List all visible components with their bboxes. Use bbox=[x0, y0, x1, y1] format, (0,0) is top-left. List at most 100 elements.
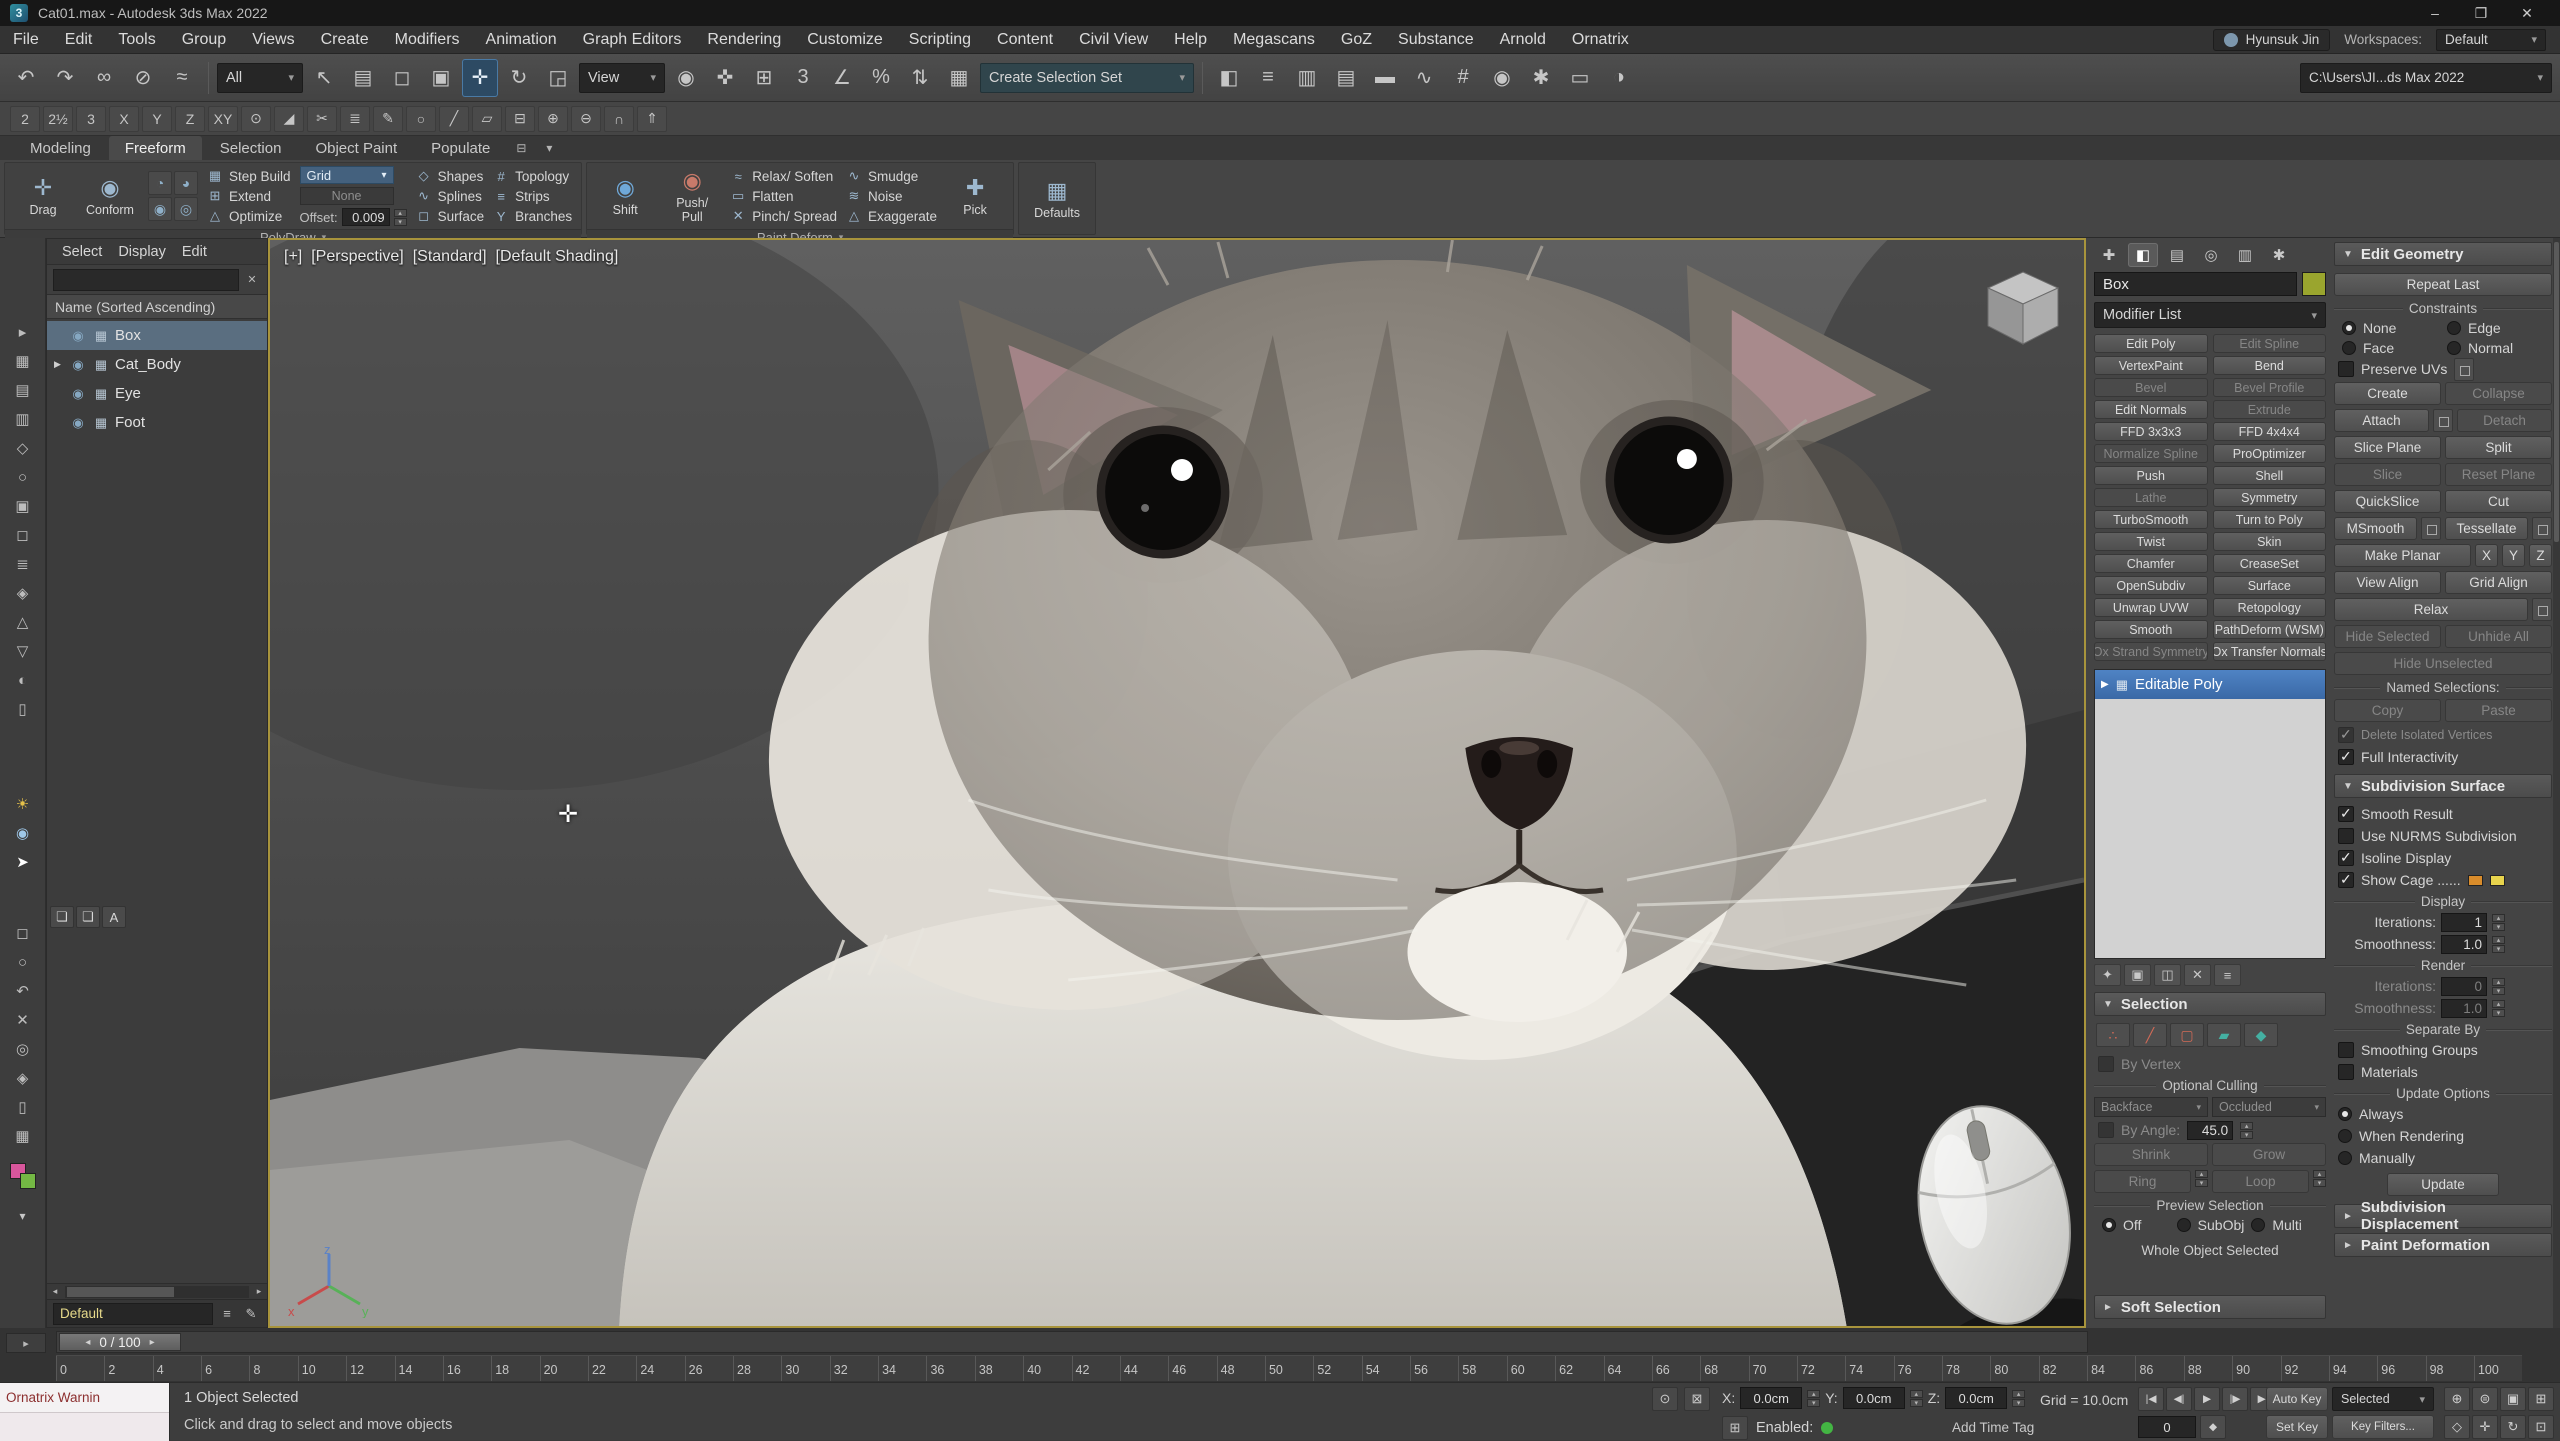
timeline-tick[interactable]: 54 bbox=[1362, 1356, 1410, 1381]
use-nurms-checkbox[interactable]: Use NURMS Subdivision bbox=[2334, 825, 2552, 847]
timeline-tick[interactable]: 96 bbox=[2377, 1356, 2425, 1381]
timeline-tick[interactable]: 26 bbox=[685, 1356, 733, 1381]
track-bar[interactable]: 0246810121416182022242628303234363840424… bbox=[56, 1355, 2522, 1381]
snap-25d-icon[interactable]: 2½ bbox=[43, 106, 73, 132]
tessellate-settings-button[interactable] bbox=[2532, 517, 2552, 540]
settings-icon[interactable]: ⊞ bbox=[1722, 1416, 1748, 1440]
conform-move-brush-icon[interactable]: ◕ bbox=[174, 171, 198, 195]
paste-button[interactable]: Paste bbox=[2445, 699, 2552, 722]
menu-item[interactable]: Views bbox=[239, 26, 307, 54]
chamfer-icon[interactable]: ◢ bbox=[274, 106, 304, 132]
modifier-button[interactable]: Skin bbox=[2213, 532, 2327, 551]
timeline-tick[interactable]: 28 bbox=[733, 1356, 781, 1381]
selection-lock-icon[interactable]: ⊠ bbox=[1684, 1387, 1710, 1411]
eye-icon[interactable]: ◉ bbox=[8, 821, 38, 845]
visibility-icon[interactable] bbox=[69, 415, 87, 431]
zoom-extents-all-icon[interactable]: ⊞ bbox=[2528, 1387, 2554, 1411]
named-selection-set-field[interactable]: Create Selection Set bbox=[980, 63, 1194, 93]
modifier-button[interactable]: CreaseSet bbox=[2213, 554, 2327, 573]
zoom-icon[interactable]: ⊕ bbox=[2444, 1387, 2470, 1411]
undo-strip-icon[interactable]: ↶ bbox=[8, 979, 38, 1003]
polydraw-tool[interactable]: #Topology bbox=[493, 168, 572, 185]
element-icon[interactable]: ◆ bbox=[2244, 1023, 2278, 1047]
preview-off-radio[interactable]: Off bbox=[2102, 1217, 2177, 1233]
key-filters-button[interactable]: Key Filters... bbox=[2332, 1415, 2434, 1439]
timeline-tick[interactable]: 86 bbox=[2135, 1356, 2183, 1381]
isolate-selection-icon[interactable]: ⊙ bbox=[1652, 1387, 1678, 1411]
close-button[interactable]: ✕ bbox=[2504, 0, 2550, 26]
split-button[interactable]: Split bbox=[2445, 436, 2552, 459]
viewport-label-segment[interactable]: [Default Shading] bbox=[496, 248, 619, 266]
percent-snap-icon[interactable]: % bbox=[863, 59, 899, 97]
polydraw-tool[interactable]: ∿Splines bbox=[416, 188, 485, 205]
collapse-button[interactable]: Collapse bbox=[2445, 382, 2552, 405]
timeline-tick[interactable]: 14 bbox=[395, 1356, 443, 1381]
quickslice-button[interactable]: QuickSlice bbox=[2334, 490, 2441, 513]
polygon-icon[interactable]: ▰ bbox=[2207, 1023, 2241, 1047]
angle-spinner[interactable] bbox=[2240, 1122, 2253, 1139]
pick-tool-button[interactable]: ✚ Pick bbox=[946, 166, 1004, 226]
polydraw-tool[interactable]: ≡Strips bbox=[493, 188, 572, 205]
preserve-uvs-checkbox[interactable]: Preserve UVs bbox=[2334, 358, 2552, 380]
modifier-button[interactable]: Lathe bbox=[2094, 488, 2208, 507]
draw-on-dropdown[interactable]: Grid bbox=[300, 166, 394, 184]
menu-item[interactable]: Arnold bbox=[1487, 26, 1559, 54]
project-folder-dropdown[interactable]: C:\Users\JI...ds Max 2022 bbox=[2300, 63, 2552, 93]
hidden-toggle-icon[interactable]: ▯ bbox=[8, 697, 38, 721]
polydraw-tool[interactable]: ⊞Extend bbox=[207, 188, 291, 205]
visibility-icon[interactable] bbox=[69, 328, 87, 344]
planar-x-button[interactable]: X bbox=[2475, 544, 2498, 567]
auto-key-button[interactable]: Auto Key bbox=[2266, 1387, 2328, 1411]
display-icon[interactable]: ▥ bbox=[8, 407, 38, 431]
layer-list-icon[interactable]: ≡ bbox=[217, 1304, 237, 1324]
select-and-move-icon[interactable]: ✛ bbox=[462, 59, 498, 97]
use-pivot-center-icon[interactable]: ◉ bbox=[668, 59, 704, 97]
modifier-button[interactable]: FFD 3x3x3 bbox=[2094, 422, 2208, 441]
slice-plane-button[interactable]: Slice Plane bbox=[2334, 436, 2441, 459]
command-panel-scrollbar[interactable] bbox=[2553, 238, 2560, 1328]
loop-spinner[interactable] bbox=[2313, 1170, 2326, 1193]
scene-object-row[interactable]: Eye bbox=[47, 379, 267, 408]
light-icon[interactable]: ☀ bbox=[8, 792, 38, 816]
smooth-result-checkbox[interactable]: Smooth Result bbox=[2334, 803, 2552, 825]
active-layer-field[interactable]: Default bbox=[53, 1303, 213, 1325]
timeline-tick[interactable]: 20 bbox=[540, 1356, 588, 1381]
slice-button[interactable]: Slice bbox=[2334, 463, 2441, 486]
menu-item[interactable]: Modifiers bbox=[382, 26, 473, 54]
y-coordinate-field[interactable]: 0.0cm bbox=[1843, 1387, 1905, 1409]
modifier-list-dropdown[interactable]: Modifier List bbox=[2094, 302, 2326, 328]
modifier-stack[interactable]: ▶ ▦ Editable Poly bbox=[2094, 669, 2326, 959]
next-frame-icon[interactable]: |▶ bbox=[2222, 1387, 2248, 1411]
timeline-tick[interactable]: 16 bbox=[443, 1356, 491, 1381]
update-button[interactable]: Update bbox=[2387, 1173, 2499, 1196]
timeline-tick[interactable]: 92 bbox=[2281, 1356, 2329, 1381]
ribbon-tab[interactable]: Object Paint bbox=[299, 136, 413, 160]
relax-button[interactable]: Relax bbox=[2334, 598, 2528, 621]
previous-frame-icon[interactable]: ◀| bbox=[2166, 1387, 2192, 1411]
timeline-tick[interactable]: 80 bbox=[1990, 1356, 2038, 1381]
timeline-tick[interactable]: 62 bbox=[1555, 1356, 1603, 1381]
rectangular-selection-icon[interactable]: ◻ bbox=[384, 59, 420, 97]
align-icon[interactable]: ≡ bbox=[1250, 59, 1286, 97]
offset-field[interactable]: 0.009 bbox=[342, 208, 390, 226]
viewport-label-segment[interactable]: [+] bbox=[284, 248, 302, 266]
conform-scale-brush-icon[interactable]: ◎ bbox=[174, 197, 198, 221]
snap-2d-icon[interactable]: 2 bbox=[10, 106, 40, 132]
paint-deform-tool[interactable]: ▭Flatten bbox=[730, 188, 837, 205]
paint-connect-icon[interactable]: ✎ bbox=[373, 106, 403, 132]
offset-spinner[interactable] bbox=[394, 209, 407, 226]
create-tab-icon[interactable]: ✚ bbox=[2094, 243, 2124, 267]
reference-coordinate-dropdown[interactable]: View bbox=[579, 63, 665, 93]
timeline-tick[interactable]: 50 bbox=[1265, 1356, 1313, 1381]
modifier-button[interactable]: Extrude bbox=[2213, 400, 2327, 419]
timeline-tick[interactable]: 42 bbox=[1072, 1356, 1120, 1381]
display-smoothness-spinner[interactable] bbox=[2492, 936, 2505, 953]
explorer-menu-item[interactable]: Display bbox=[111, 244, 173, 260]
menu-item[interactable]: Graph Editors bbox=[570, 26, 695, 54]
particles-filter-icon[interactable]: ▽ bbox=[8, 639, 38, 663]
paint-deform-tool[interactable]: △Exaggerate bbox=[846, 208, 937, 225]
play-icon[interactable]: ▶ bbox=[2194, 1387, 2220, 1411]
timeline-tick[interactable]: 52 bbox=[1313, 1356, 1361, 1381]
select-and-rotate-icon[interactable]: ↻ bbox=[501, 59, 537, 97]
menu-item[interactable]: Rendering bbox=[694, 26, 794, 54]
